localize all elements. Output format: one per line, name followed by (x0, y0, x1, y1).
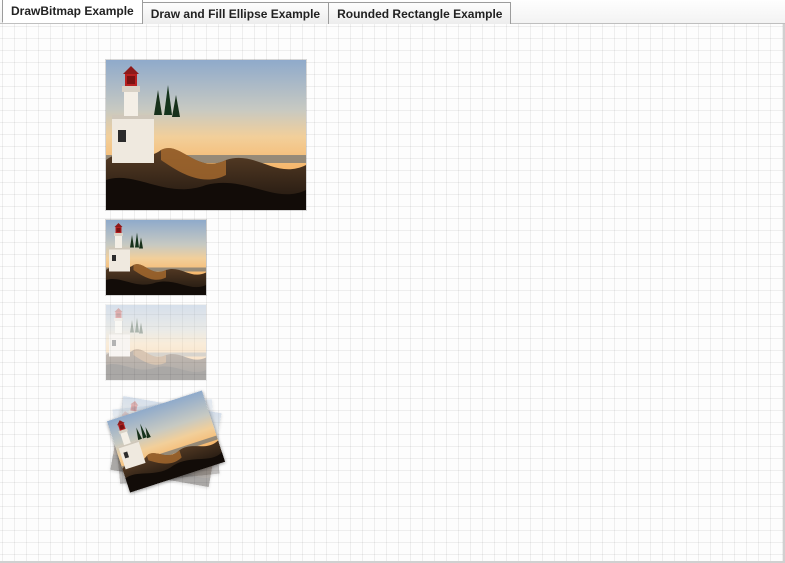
tab-drawbitmap[interactable]: DrawBitmap Example (2, 0, 143, 23)
tab-rounded-rect[interactable]: Rounded Rectangle Example (328, 2, 511, 24)
bitmap-scaled-transparent (106, 305, 206, 380)
bitmap-rotated-stack (106, 394, 226, 504)
tab-bar: DrawBitmap Example Draw and Fill Ellipse… (0, 0, 785, 24)
bitmap-scaled (106, 220, 206, 295)
tab-ellipse[interactable]: Draw and Fill Ellipse Example (142, 2, 329, 24)
bitmap-full-size (106, 60, 306, 210)
drawing-canvas (0, 24, 785, 563)
